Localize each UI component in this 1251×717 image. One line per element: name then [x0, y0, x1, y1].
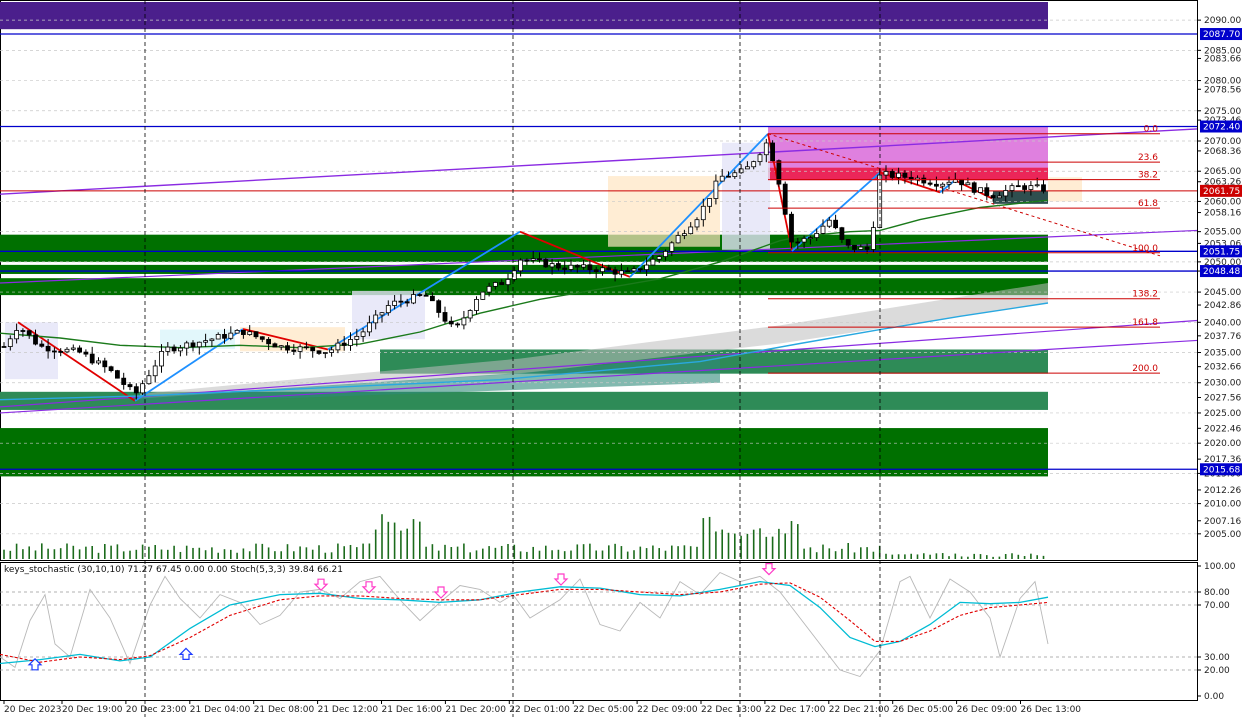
svg-text:2061.75: 2061.75: [1203, 187, 1240, 197]
price-tick-label: 2083.66: [1204, 54, 1241, 64]
time-tick-label: 21 Dec 20:00: [445, 705, 506, 715]
supply-zone-mid: [0, 264, 1048, 274]
svg-text:2072.40: 2072.40: [1203, 122, 1240, 132]
svg-text:2087.70: 2087.70: [1203, 30, 1240, 40]
fib-label-200.0: 200.0: [1132, 364, 1158, 374]
session-box-7: [1048, 177, 1082, 202]
top-band-zone: [0, 2, 1048, 30]
session-box-2: [722, 142, 770, 250]
candle: [770, 140, 775, 162]
price-tick-label: 2012.26: [1204, 486, 1241, 496]
candle: [776, 159, 782, 187]
fib-label-23.6: 23.6: [1138, 153, 1158, 163]
svg-text:2015.68: 2015.68: [1203, 465, 1240, 475]
supply-zone-lower: [0, 278, 1048, 296]
price-tick-label: 2030.00: [1204, 379, 1241, 389]
price-tag: 2051.75: [1200, 245, 1242, 258]
fib-label-100.0: 100.0: [1132, 244, 1158, 254]
time-tick-label: 26 Dec 09:00: [957, 705, 1018, 715]
time-tick-label: 22 Dec 01:00: [509, 705, 570, 715]
time-tick-label: 21 Dec 08:00: [254, 705, 315, 715]
target-zone-red: [768, 167, 1048, 181]
candle: [971, 181, 977, 195]
price-tick-label: 2040.00: [1204, 318, 1241, 328]
price-tag: 2087.70: [1200, 28, 1242, 41]
time-tick-label: 26 Dec 13:00: [1021, 705, 1082, 715]
time-tick-label: 26 Dec 05:00: [893, 705, 954, 715]
candle: [782, 181, 788, 216]
stoch-tick-label: 70.00: [1204, 601, 1230, 611]
svg-text:2051.75: 2051.75: [1203, 247, 1240, 257]
price-tick-label: 2070.00: [1204, 137, 1241, 147]
time-tick-label: 21 Dec 04:00: [190, 705, 251, 715]
time-tick-label: 20 Dec 19:00: [62, 705, 123, 715]
price-tick-label: 2042.86: [1204, 301, 1241, 311]
fib-label-38.2: 38.2: [1138, 171, 1158, 181]
time-tick-label: 22 Dec 13:00: [701, 705, 762, 715]
price-tick-label: 2090.00: [1204, 16, 1241, 26]
candle: [480, 291, 486, 300]
price-tick-label: 2037.76: [1204, 332, 1241, 342]
price-tag: 2048.48: [1200, 265, 1242, 278]
price-tick-label: 2007.16: [1204, 517, 1241, 527]
stoch-tick-label: 0.00: [1204, 692, 1224, 702]
price-tick-label: 2027.56: [1204, 393, 1241, 403]
price-tick-label: 2025.00: [1204, 409, 1241, 419]
price-tick-label: 2060.00: [1204, 197, 1241, 207]
candle: [115, 369, 120, 379]
stoch-tick-label: 20.00: [1204, 666, 1230, 676]
price-tick-label: 2035.00: [1204, 349, 1241, 359]
price-tick-label: 2068.36: [1204, 147, 1241, 157]
price-tick-label: 2010.00: [1204, 500, 1241, 510]
price-tick-label: 2058.16: [1204, 209, 1241, 219]
time-tick-label: 22 Dec 17:00: [765, 705, 826, 715]
svg-text:2048.48: 2048.48: [1203, 267, 1240, 277]
fib-label-138.2: 138.2: [1132, 290, 1158, 300]
time-tick-label: 22 Dec 09:00: [637, 705, 698, 715]
price-tick-label: 2055.00: [1204, 228, 1241, 238]
candle: [543, 257, 549, 268]
price-tick-label: 2032.66: [1204, 363, 1241, 373]
time-tick-label: 21 Dec 16:00: [382, 705, 443, 715]
fib-label-0.0: 0.0: [1144, 125, 1159, 135]
stoch-tick-label: 30.00: [1204, 653, 1230, 663]
time-tick-label: 20 Dec 2023: [4, 705, 62, 715]
price-tick-label: 2005.00: [1204, 530, 1241, 540]
price-tag: 2072.40: [1200, 120, 1242, 133]
price-tick-label: 2078.56: [1204, 85, 1241, 95]
stoch-tick-label: 100.00: [1204, 562, 1236, 572]
time-tick-label: 21 Dec 12:00: [318, 705, 379, 715]
price-tick-label: 2045.00: [1204, 288, 1241, 298]
time-tick-label: 20 Dec 23:00: [126, 705, 187, 715]
price-chart[interactable]: 0.0 23.6 38.2 61.8 100.0 138.2 161.8 200.0 2090…: [0, 0, 1251, 717]
fib-label-161.8: 161.8: [1132, 318, 1158, 328]
indicator-label: keys_stochastic (30,10,10) 71.27 67.45 0…: [4, 565, 343, 575]
price-tick-label: 2020.00: [1204, 439, 1241, 449]
stoch-tick-label: 80.00: [1204, 588, 1230, 598]
time-tick-label: 22 Dec 05:00: [573, 705, 634, 715]
price-tick-label: 2022.46: [1204, 424, 1241, 434]
candle: [978, 187, 983, 193]
fib-label-61.8: 61.8: [1138, 199, 1158, 209]
price-tag: 2015.68: [1200, 463, 1242, 476]
supply-zone-upper: [0, 234, 1048, 262]
price-tag: 2061.75: [1200, 184, 1242, 197]
time-tick-label: 22 Dec 21:00: [829, 705, 890, 715]
price-tick-label: 2065.00: [1204, 167, 1241, 177]
